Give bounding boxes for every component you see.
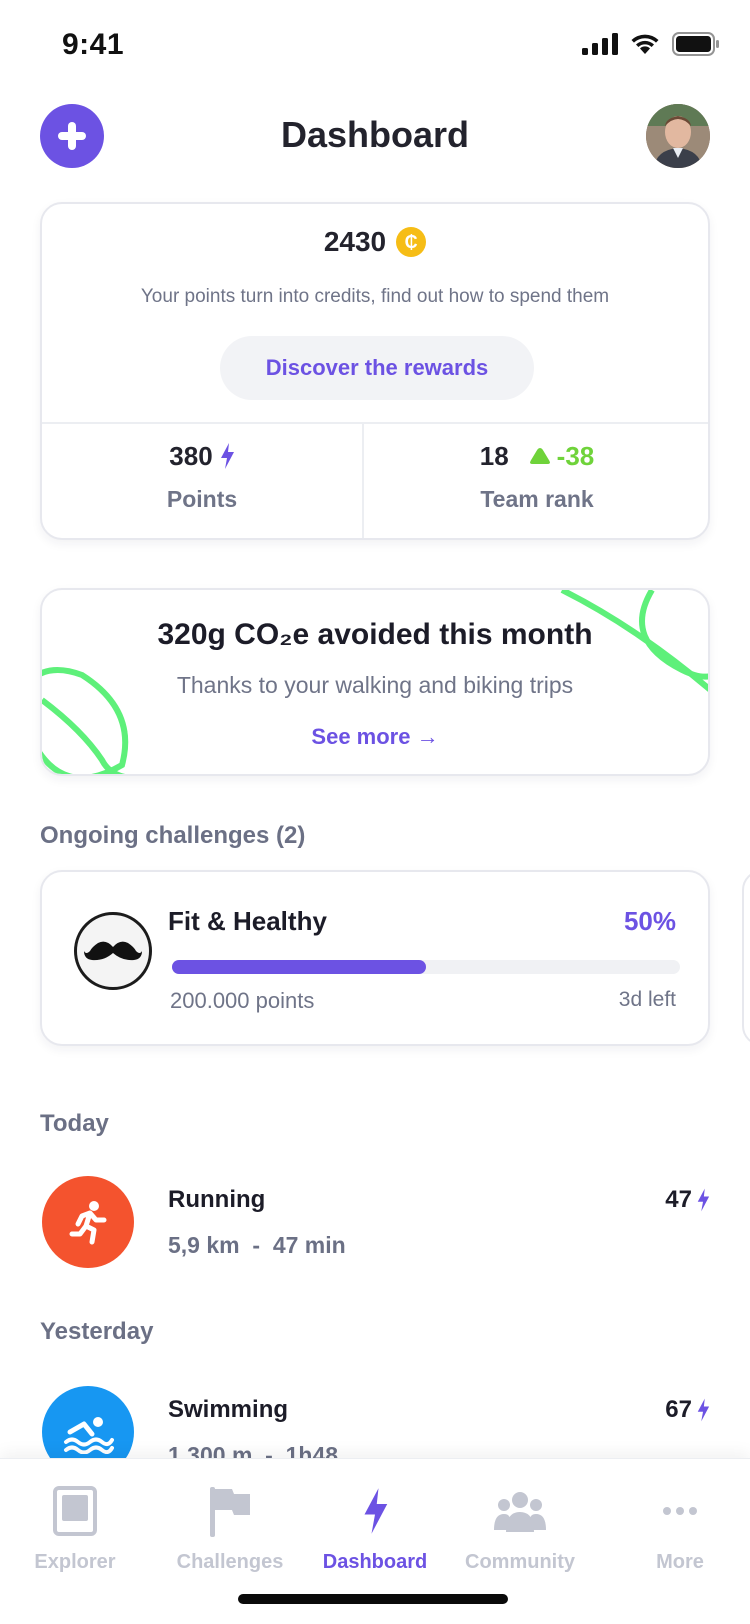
activity-name: Running bbox=[168, 1186, 266, 1213]
rank-up-icon bbox=[529, 448, 550, 464]
divider bbox=[42, 422, 708, 424]
status-time: 9:41 bbox=[62, 28, 125, 61]
rank-change-value: -38 bbox=[556, 440, 595, 471]
tab-label: Explorer bbox=[34, 1551, 116, 1573]
team-rank-stat[interactable]: 18 -38 Team rank bbox=[364, 436, 710, 513]
co2-subtitle: Thanks to your walking and biking trips bbox=[176, 672, 574, 698]
yesterday-section-title: Yesterday bbox=[40, 1318, 154, 1345]
avatar[interactable] bbox=[646, 104, 710, 168]
challenge-progress-fill bbox=[172, 960, 426, 974]
battery-icon bbox=[672, 32, 719, 56]
bolt-icon bbox=[697, 1398, 710, 1422]
credits-row: 2430 ₵ bbox=[42, 226, 708, 258]
activity-points: 47 bbox=[665, 1186, 710, 1214]
points-stat[interactable]: 380 Points bbox=[42, 436, 362, 513]
rank-value-row: 18 -38 bbox=[364, 436, 710, 476]
next-challenge-card[interactable] bbox=[742, 870, 750, 1046]
more-icon bbox=[605, 1483, 750, 1539]
today-section-title: Today bbox=[40, 1110, 109, 1137]
rank-label: Team rank bbox=[480, 486, 594, 512]
status-bar: 9:41 bbox=[0, 0, 750, 90]
bolt-icon bbox=[697, 1188, 710, 1212]
discover-rewards-button[interactable]: Discover the rewards bbox=[220, 336, 534, 400]
activity-item[interactable]: Running 5,9 km - 47 min 47 bbox=[40, 1176, 710, 1272]
status-icons bbox=[582, 32, 720, 56]
tab-community[interactable]: Community bbox=[445, 1483, 595, 1574]
activity-points: 67 bbox=[665, 1396, 710, 1424]
tab-dashboard[interactable]: Dashboard bbox=[300, 1483, 450, 1574]
home-indicator bbox=[238, 1594, 508, 1604]
header: Dashboard bbox=[0, 100, 750, 170]
profile-photo-icon bbox=[646, 104, 710, 168]
tab-label: Community bbox=[465, 1551, 575, 1573]
see-more-link[interactable]: See more → bbox=[42, 724, 708, 750]
activity-name: Swimming bbox=[168, 1396, 289, 1423]
challenge-progress-track bbox=[172, 960, 680, 974]
rank-value: 18 bbox=[479, 440, 509, 471]
challenge-card[interactable]: Fit & Healthy 50% 200.000 points 3d left bbox=[40, 870, 710, 1046]
tab-label: Dashboard bbox=[322, 1551, 428, 1573]
challenge-time-left: 3d left bbox=[618, 988, 676, 1011]
tab-explorer[interactable]: Explorer bbox=[0, 1483, 150, 1574]
credits-value: 2430 bbox=[323, 226, 387, 257]
coin-icon: ₵ bbox=[396, 227, 427, 257]
tab-more[interactable]: More bbox=[605, 1483, 750, 1574]
flag-icon bbox=[155, 1483, 305, 1539]
points-card: 2430 ₵ Your points turn into credits, fi… bbox=[40, 202, 710, 540]
challenges-section-title: Ongoing challenges (2) bbox=[40, 822, 306, 849]
page-title: Dashboard bbox=[280, 114, 470, 155]
tab-label: Challenges bbox=[176, 1551, 284, 1573]
bolt-icon bbox=[220, 443, 234, 469]
points-value: 380 bbox=[169, 440, 213, 471]
activity-points-value: 47 bbox=[665, 1186, 692, 1213]
running-icon bbox=[42, 1176, 134, 1268]
activity-points-value: 67 bbox=[665, 1396, 692, 1423]
tab-bar: Explorer Challenges Dashboard Community … bbox=[0, 1458, 750, 1624]
co2-title: 320g CO₂e avoided this month bbox=[157, 618, 593, 651]
wifi-icon bbox=[631, 34, 659, 54]
community-icon bbox=[445, 1483, 595, 1539]
challenge-target: 200.000 points bbox=[170, 988, 315, 1013]
points-label: Points bbox=[166, 486, 238, 512]
tab-label: More bbox=[656, 1551, 704, 1573]
mustache-icon bbox=[74, 912, 152, 990]
challenge-name: Fit & Healthy bbox=[168, 906, 327, 936]
credits-description: Your points turn into credits, find out … bbox=[140, 286, 610, 307]
bolt-icon bbox=[300, 1483, 450, 1539]
signal-icon bbox=[582, 33, 618, 55]
explorer-icon bbox=[0, 1483, 150, 1539]
co2-card[interactable]: 320g CO₂e avoided this month Thanks to y… bbox=[40, 588, 710, 776]
points-value-row: 380 bbox=[42, 436, 362, 476]
tab-challenges[interactable]: Challenges bbox=[155, 1483, 305, 1574]
activity-meta: 5,9 km - 47 min bbox=[168, 1232, 346, 1258]
rank-change: -38 bbox=[529, 440, 595, 472]
challenge-percent: 50% bbox=[623, 906, 676, 936]
